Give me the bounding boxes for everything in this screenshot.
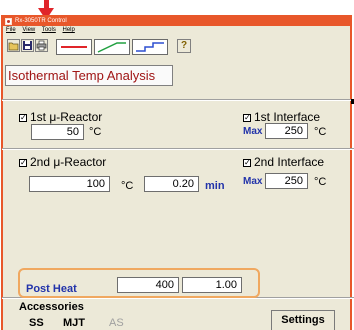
accessory-ss[interactable]: SS xyxy=(29,317,44,329)
reactor2-time-unit: min xyxy=(205,180,225,192)
reactor2-temp-input[interactable]: 100 xyxy=(29,176,110,192)
menu-file[interactable]: File xyxy=(6,27,16,33)
accessories-label: Accessories xyxy=(19,301,84,313)
reactor1-label: 1st μ-Reactor xyxy=(30,110,103,124)
toolbar: ? xyxy=(5,39,205,55)
post-heat-time-input[interactable]: 1.00 xyxy=(182,277,242,293)
title-bar: Rx-3050TR Control xyxy=(3,17,350,26)
save-icon[interactable] xyxy=(21,39,34,52)
interface1-temp-input[interactable]: 250 xyxy=(265,123,308,139)
checkbox-icon: ✓ xyxy=(19,113,27,122)
folder-open-icon[interactable] xyxy=(7,39,20,52)
interface2-temp-unit: °C xyxy=(314,176,327,188)
interface2-temp-input[interactable]: 250 xyxy=(265,173,308,189)
checkbox-icon: ✓ xyxy=(243,158,251,167)
window-title: Rx-3050TR Control xyxy=(15,18,67,24)
interface1-checkbox[interactable]: ✓ 1st Interface xyxy=(243,110,320,124)
reactor2-temp-unit: °C xyxy=(121,180,134,192)
analysis-mode-title: Isothermal Temp Analysis xyxy=(5,65,173,86)
menu-tools[interactable]: Tools xyxy=(42,27,56,33)
settings-button[interactable]: Settings xyxy=(271,310,335,330)
checkbox-icon: ✓ xyxy=(19,158,27,167)
reactor2-time-input[interactable]: 0.20 xyxy=(144,176,199,192)
interface1-max-label: Max xyxy=(243,126,263,137)
post-heat-label: Post Heat xyxy=(26,283,77,295)
interface1-label: 1st Interface xyxy=(254,110,321,124)
divider xyxy=(2,148,354,150)
reactor2-label: 2nd μ-Reactor xyxy=(30,155,107,169)
menu-view[interactable]: View xyxy=(22,27,35,33)
menu-help[interactable]: Help xyxy=(63,27,75,33)
ramp-mode-icon[interactable] xyxy=(94,39,130,55)
accessory-mjt[interactable]: MJT xyxy=(63,317,85,329)
reactor1-checkbox[interactable]: ✓ 1st μ-Reactor xyxy=(19,110,102,124)
step-mode-icon[interactable] xyxy=(132,39,168,55)
reactor2-checkbox[interactable]: ✓ 2nd μ-Reactor xyxy=(19,155,106,169)
reactor1-temp-input[interactable]: 50 xyxy=(31,124,84,140)
menu-bar: File View Tools Help xyxy=(3,26,350,35)
divider xyxy=(2,99,354,101)
interface2-checkbox[interactable]: ✓ 2nd Interface xyxy=(243,155,324,169)
accessory-as[interactable]: AS xyxy=(109,317,124,329)
print-icon[interactable] xyxy=(35,39,48,52)
app-icon xyxy=(5,18,12,25)
interface2-max-label: Max xyxy=(243,176,263,187)
reactor1-temp-unit: °C xyxy=(89,126,102,138)
isothermal-mode-icon[interactable] xyxy=(56,39,92,55)
help-icon[interactable]: ? xyxy=(177,39,191,53)
interface1-temp-unit: °C xyxy=(314,126,327,138)
post-heat-temp-input[interactable]: 400 xyxy=(117,277,179,293)
checkbox-icon: ✓ xyxy=(243,113,251,122)
interface2-label: 2nd Interface xyxy=(254,155,325,169)
